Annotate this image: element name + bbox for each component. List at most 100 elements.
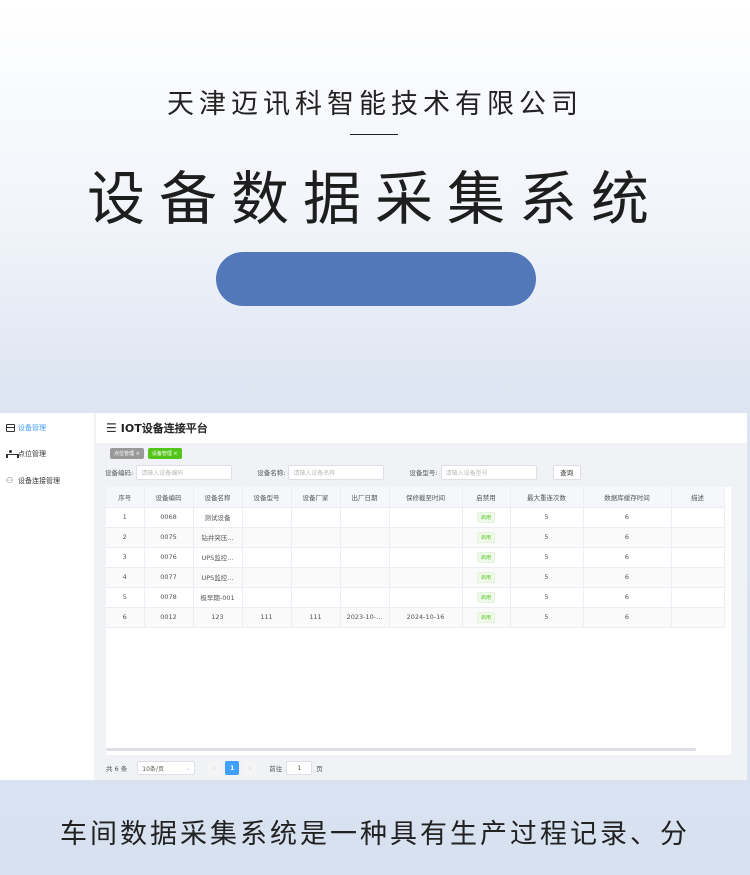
menu-fold-icon[interactable]: ☰ [106,421,117,435]
table-cell [671,607,725,628]
column-header: 数据库缓存时间 [583,487,672,508]
table-cell: 5 [510,567,584,588]
status-badge: 启用 [476,591,495,603]
table-cell: 0076 [144,547,194,568]
status-badge: 启用 [476,511,495,523]
table-row[interactable]: 6 0012 123 111 111 2023-10-... 2024-10-16 启用 5 6 [106,607,725,628]
table-cell: 6 [583,587,672,608]
table-cell: 启用 [462,587,511,608]
table-cell [671,567,725,588]
next-page-button[interactable]: › [243,761,258,775]
table-cell [340,527,390,548]
table-cell [291,567,341,588]
status-badge: 启用 [476,531,495,543]
device-code-input[interactable]: 请输入设备编码 [136,464,233,480]
sidebar-item-label: 点位管理 [18,450,46,458]
prev-page-button[interactable]: ‹ [207,761,222,775]
column-header: 设备厂家 [291,487,341,508]
table-cell: 6 [583,607,672,628]
table-cell [242,507,292,528]
page-number-current[interactable]: 1 [225,761,240,775]
page-size-select[interactable]: 10条/页 ⌄ [137,761,196,775]
platform-title: IOT设备连接平台 [120,422,208,435]
close-icon[interactable]: × [173,451,177,457]
table-cell: 启用 [462,527,511,548]
table-header-row: 序号 设备编码 设备名称 设备型号 设备厂家 出厂日期 保修截至时间 启禁用 最大重连次数 数据库… [106,487,725,508]
goto-label: 前往 [269,765,283,773]
node-icon [6,450,19,458]
table-cell: 钻井突压... [193,527,243,548]
table-cell: 极早期-001 [193,587,243,608]
table-cell: 启用 [462,547,511,568]
table-cell [291,527,341,548]
main-panel: ☰ IOT设备连接平台 点位管理 × 设备管理 × 设备编码: 请输入设备编码 … [96,413,747,780]
table-cell: 5 [106,587,145,608]
query-button[interactable]: 查询 [552,464,581,480]
table-cell: 0068 [144,507,194,528]
company-name: 天津迈讯科智能技术有限公司 [167,89,583,120]
status-badge: 启用 [476,551,495,563]
table-cell: 2 [106,527,145,548]
sidebar-item-connection-management[interactable]: ⚇ 设备连接管理 [6,474,60,488]
table-cell [389,527,463,548]
device-model-input[interactable]: 请输入设备型号 [440,464,537,480]
sidebar-item-point-management[interactable]: 点位管理 [6,447,46,461]
table-row[interactable]: 3 0076 UPS监控... 启用 5 6 [106,547,725,568]
table-cell [340,567,390,588]
hero-banner: 天津迈讯科智能技术有限公司 设备数据采集系统 [0,0,750,400]
table-cell: 5 [510,607,584,628]
column-header: 出厂日期 [340,487,390,508]
hero-pill-button[interactable] [216,252,536,306]
app-screenshot: 设备管理 点位管理 ⚇ 设备连接管理 ☰ IOT设备连接平台 点位管理 × 设备… [0,413,747,780]
table-row[interactable]: 4 0077 UPS监控... 启用 5 6 [106,567,725,588]
table-cell [340,587,390,608]
goto-page-input[interactable]: 1 [286,761,313,775]
tag-point-management[interactable]: 点位管理 × [110,447,144,459]
chevron-down-icon: ⌄ [185,764,191,772]
table-cell: 6 [106,607,145,628]
column-header: 设备名称 [193,487,243,508]
table-cell: 6 [583,527,672,548]
table-cell [389,587,463,608]
table-cell [389,567,463,588]
sidebar-item-label: 设备连接管理 [18,477,60,485]
device-name-input[interactable]: 请输入设备名称 [288,464,385,480]
table-cell: 6 [583,507,672,528]
table-cell: UPS监控... [193,547,243,568]
table-row[interactable]: 5 0078 极早期-001 启用 5 6 [106,587,725,608]
table-cell: 111 [242,607,292,628]
table-cell: 测试设备 [193,507,243,528]
column-header: 描述 [671,487,725,508]
table-cell: 启用 [462,507,511,528]
product-title: 设备数据采集系统 [86,165,663,233]
column-header: 保修截至时间 [389,487,463,508]
table-cell: 4 [106,567,145,588]
device-code-label: 设备编码: [105,469,134,477]
table-row[interactable]: 1 0068 测试设备 启用 5 6 [106,507,725,528]
table-cell [242,527,292,548]
sidebar-item-label: 设备管理 [18,424,46,432]
tag-device-management[interactable]: 设备管理 × [147,447,182,459]
table-cell: 3 [106,547,145,568]
table-cell: UPS监控... [193,567,243,588]
table-cell: 0078 [144,587,194,608]
table-cell [340,547,390,568]
page-word: 页 [316,765,323,773]
table-row[interactable]: 2 0075 钻井突压... 启用 5 6 [106,527,725,548]
sidebar-item-device-management[interactable]: 设备管理 [6,421,46,435]
device-table: 序号 设备编码 设备名称 设备型号 设备厂家 出厂日期 保修截至时间 启禁用 最大重连次数 数据库… [106,487,731,755]
table-cell: 0077 [144,567,194,588]
table-cell [389,547,463,568]
page-size-value: 10条/页 [142,765,164,773]
table-cell [340,507,390,528]
table-cell [242,547,292,568]
status-badge: 启用 [476,571,495,583]
total-count: 共 6 条 [106,765,128,773]
column-header: 序号 [106,487,145,508]
horizontal-scrollbar[interactable] [106,748,696,751]
pagination: 共 6 条 10条/页 ⌄ ‹ 1 › 前往 1 页 [106,760,323,776]
table-cell [671,507,725,528]
close-icon[interactable]: × [136,451,140,457]
table-cell [671,527,725,548]
sidebar: 设备管理 点位管理 ⚇ 设备连接管理 [0,413,94,780]
